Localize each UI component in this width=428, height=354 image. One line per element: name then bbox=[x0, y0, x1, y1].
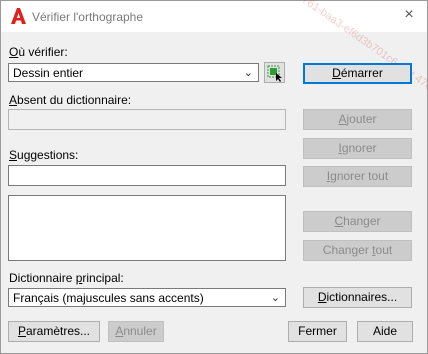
suggestions-label: Suggestions: bbox=[9, 148, 79, 162]
close-icon[interactable]: × bbox=[401, 7, 417, 23]
undo-button[interactable]: Annuler bbox=[108, 321, 164, 342]
chevron-down-icon: ⌄ bbox=[270, 292, 280, 304]
main-dict-value: Français (majuscules sans accents) bbox=[13, 291, 204, 305]
select-objects-icon bbox=[267, 65, 282, 82]
title-bar: Vérifier l'orthographe 4761-baa3-ef6d3b7… bbox=[1, 0, 428, 218]
settings-button[interactable]: Paramètres... bbox=[8, 321, 100, 342]
autocad-icon bbox=[11, 8, 26, 24]
suggestions-list[interactable] bbox=[8, 195, 286, 261]
not-in-dict-label: Absent du dictionnaire: bbox=[9, 93, 132, 107]
suggestion-input[interactable] bbox=[8, 165, 286, 186]
help-button[interactable]: Aide bbox=[357, 321, 413, 342]
window-title: Vérifier l'orthographe bbox=[32, 10, 144, 24]
where-select[interactable]: Dessin entier ⌄ bbox=[8, 63, 259, 82]
dictionaries-button[interactable]: Dictionnaires... bbox=[303, 287, 412, 308]
change-all-button[interactable]: Changer tout bbox=[303, 240, 412, 261]
start-button[interactable]: Démarrer bbox=[303, 63, 412, 84]
chevron-down-icon: ⌄ bbox=[243, 67, 253, 79]
ignore-all-button[interactable]: Ignorer tout bbox=[303, 166, 412, 187]
where-label: Où vérifier: bbox=[9, 45, 68, 59]
not-in-dict-field[interactable] bbox=[8, 109, 286, 130]
close-button[interactable]: Fermer bbox=[288, 321, 347, 342]
where-value: Dessin entier bbox=[13, 66, 84, 80]
change-button[interactable]: Changer bbox=[303, 211, 412, 232]
add-button[interactable]: Ajouter bbox=[303, 109, 412, 130]
select-objects-button[interactable] bbox=[264, 62, 285, 83]
where-label-rest: ù vérifier: bbox=[18, 45, 68, 59]
ignore-button[interactable]: Ignorer bbox=[303, 138, 412, 159]
main-dict-select[interactable]: Français (majuscules sans accents) ⌄ bbox=[8, 288, 286, 307]
start-button-rest: émarrer bbox=[340, 66, 383, 80]
main-dict-label: Dictionnaire principal: bbox=[9, 271, 124, 285]
spell-check-dialog: Vérifier l'orthographe 4761-baa3-ef6d3b7… bbox=[0, 0, 428, 354]
